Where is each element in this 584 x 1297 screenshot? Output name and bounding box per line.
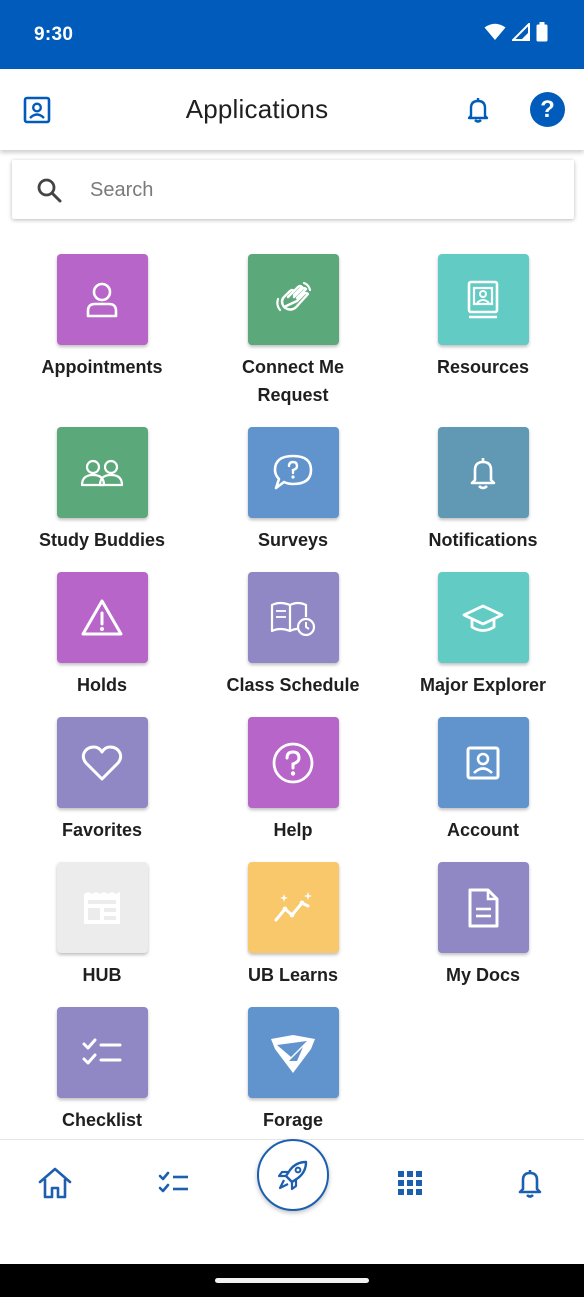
app-tile-forage[interactable]: Forage xyxy=(208,1007,378,1134)
app-tile-help[interactable]: Help xyxy=(208,717,378,844)
app-tile-class-schedule[interactable]: Class Schedule xyxy=(208,572,378,699)
app-tile-connect-me-request[interactable]: Connect Me Request xyxy=(208,254,378,409)
help-circle-icon xyxy=(247,717,339,808)
nav-notifications[interactable] xyxy=(512,1166,548,1200)
forage-logo-icon xyxy=(247,1007,339,1098)
warning-icon xyxy=(56,572,148,663)
checklist-icon xyxy=(56,1007,148,1098)
apps-grid: Appointments Connect Me Request Resource… xyxy=(0,0,584,1140)
app-tile-favorites[interactable]: Favorites xyxy=(17,717,187,844)
nav-apps[interactable] xyxy=(392,1166,428,1200)
gesture-handle[interactable] xyxy=(215,1278,369,1283)
app-label: Forage xyxy=(262,1110,323,1130)
app-label: Study Buddies xyxy=(38,530,165,550)
app-label: My Docs xyxy=(445,965,521,985)
sparkle-chart-icon xyxy=(247,862,339,953)
app-tile-holds[interactable]: Holds xyxy=(17,572,187,699)
person-icon xyxy=(56,254,148,345)
app-label: Holds xyxy=(76,675,127,695)
app-tile-hub[interactable]: HUB xyxy=(17,862,187,989)
book-clock-icon xyxy=(247,572,339,663)
people-icon xyxy=(56,427,148,518)
app-tile-account[interactable]: Account xyxy=(398,717,568,844)
nav-checklist[interactable] xyxy=(156,1166,192,1200)
app-tile-resources[interactable]: Resources xyxy=(398,254,568,381)
content-footer xyxy=(0,1221,584,1264)
nav-home[interactable] xyxy=(37,1166,73,1200)
rocket-icon xyxy=(277,1160,308,1191)
app-label: Notifications xyxy=(428,530,538,550)
system-navigation-bar xyxy=(0,1264,584,1297)
id-card-icon xyxy=(437,254,529,345)
app-tile-my-docs[interactable]: My Docs xyxy=(398,862,568,989)
checklist-nav-icon xyxy=(158,1171,188,1193)
app-bar: Applications ? xyxy=(0,69,584,150)
wave-hand-icon xyxy=(247,254,339,345)
document-icon xyxy=(437,862,529,953)
app-tile-checklist[interactable]: Checklist xyxy=(17,1007,187,1134)
launch-button[interactable] xyxy=(257,1139,329,1211)
bell-nav-icon xyxy=(518,1170,542,1198)
app-tile-major-explorer[interactable]: Major Explorer xyxy=(398,572,568,699)
notifications-button[interactable] xyxy=(462,94,494,126)
apps-grid-icon xyxy=(398,1171,422,1195)
newspaper-icon xyxy=(56,862,148,953)
app-label: Appointments xyxy=(41,357,163,377)
app-label: Surveys xyxy=(257,530,329,550)
home-icon xyxy=(38,1167,72,1199)
app-label: HUB xyxy=(82,965,122,985)
app-tile-notifications[interactable]: Notifications xyxy=(398,427,568,554)
app-label: Major Explorer xyxy=(419,675,547,695)
bell-icon xyxy=(467,98,489,123)
app-tile-study-buddies[interactable]: Study Buddies xyxy=(17,427,187,554)
app-tile-ub-learns[interactable]: UB Learns xyxy=(208,862,378,989)
app-label: Connect Me Request xyxy=(241,357,344,405)
app-label: Class Schedule xyxy=(226,675,360,695)
app-label: Account xyxy=(447,820,519,840)
question-bubble-icon xyxy=(247,427,339,518)
bell-icon xyxy=(437,427,529,518)
app-label: Favorites xyxy=(61,820,143,840)
app-label: Resources xyxy=(436,357,530,377)
app-label: Help xyxy=(273,820,313,840)
page-title: Applications xyxy=(185,94,329,124)
app-tile-appointments[interactable]: Appointments xyxy=(17,254,187,381)
app-tile-surveys[interactable]: Surveys xyxy=(208,427,378,554)
app-label: UB Learns xyxy=(247,965,339,985)
account-card-icon xyxy=(437,717,529,808)
graduation-cap-icon xyxy=(437,572,529,663)
question-mark-icon: ? xyxy=(540,96,555,123)
help-button[interactable]: ? xyxy=(530,92,565,127)
heart-icon xyxy=(56,717,148,808)
app-label: Checklist xyxy=(61,1110,143,1130)
